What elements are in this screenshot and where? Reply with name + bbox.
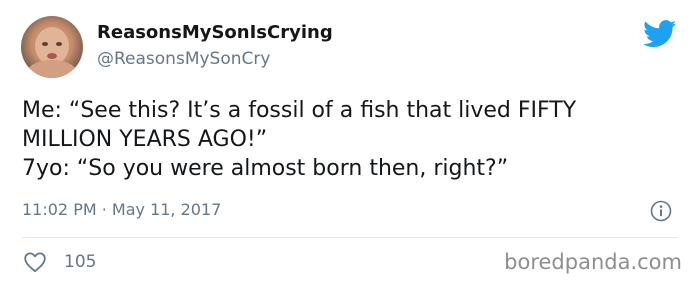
info-icon[interactable] [650, 200, 672, 222]
tweet-text-line: Me: “See this? It’s a fossil of a fish t… [22, 98, 577, 123]
tweet-card: ReasonsMySonIsCrying @ReasonsMySonCry Me… [0, 0, 700, 288]
twitter-bird-icon[interactable] [643, 20, 677, 48]
author-display-name[interactable]: ReasonsMySonIsCrying [97, 22, 333, 43]
watermark: boredpanda.com [504, 250, 682, 274]
tweet-text-line: MILLION YEARS AGO!” [22, 127, 268, 152]
tweet-text: Me: “See this? It’s a fossil of a fish t… [22, 96, 682, 183]
tweet-timestamp[interactable]: 11:02 PM · May 11, 2017 [22, 200, 221, 219]
tweet-text-line: 7yo: “So you were almost born then, righ… [22, 156, 509, 181]
divider [22, 237, 678, 238]
heart-icon[interactable] [23, 251, 47, 273]
avatar[interactable] [21, 16, 83, 78]
like-count: 105 [64, 252, 97, 272]
author-handle[interactable]: @ReasonsMySonCry [97, 49, 270, 69]
